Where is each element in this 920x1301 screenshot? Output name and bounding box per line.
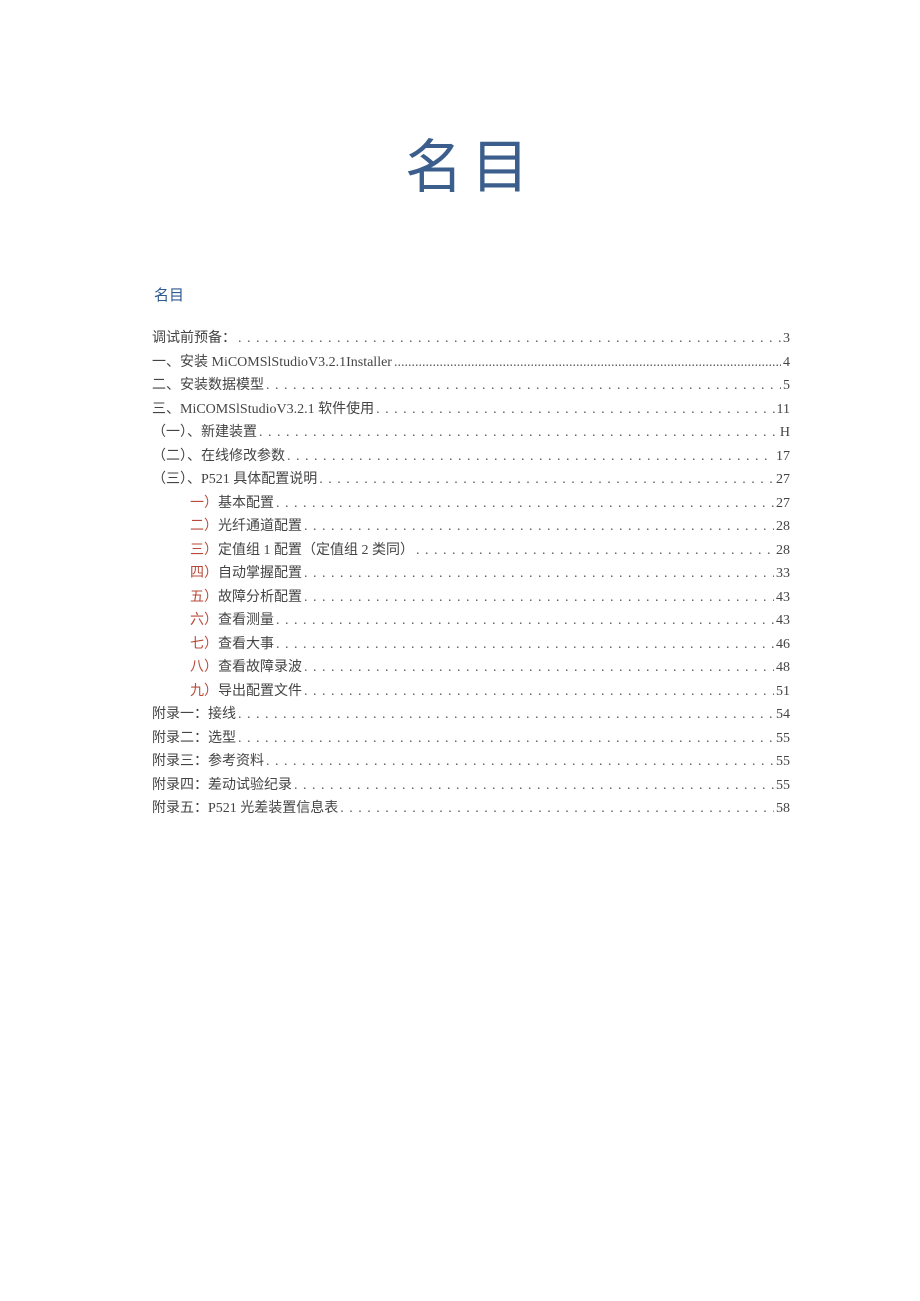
table-of-contents: 调试前预备：3一、安装 MiCOMSlStudioV3.2.1Installer… bbox=[152, 327, 790, 822]
document-page: 名目 名目 调试前预备：3一、安装 MiCOMSlStudioV3.2.1Ins… bbox=[0, 0, 920, 822]
toc-entry-page: 51 bbox=[774, 680, 790, 705]
main-title: 名目 bbox=[152, 120, 790, 204]
toc-entry-label: 附录四：差动试验纪录 bbox=[152, 774, 292, 799]
toc-entry-page: 54 bbox=[774, 703, 790, 728]
toc-entry-page: 28 bbox=[774, 539, 790, 564]
toc-entry-label: 调试前预备： bbox=[152, 327, 236, 352]
toc-entry-label: 二、安装数据模型 bbox=[152, 374, 264, 399]
toc-entry[interactable]: 附录四：差动试验纪录 55 bbox=[152, 774, 790, 799]
toc-entry-page: 33 bbox=[774, 562, 790, 587]
toc-entry-label: 三、MiCOMSlStudioV3.2.1 软件使用 bbox=[152, 398, 374, 423]
toc-entry-label: 附录一：接线 bbox=[152, 703, 236, 728]
toc-leader bbox=[236, 727, 774, 752]
toc-entry-label: 附录二：选型 bbox=[152, 727, 236, 752]
toc-entry-label: 九）导出配置文件 bbox=[190, 680, 302, 705]
toc-entry[interactable]: 三、MiCOMSlStudioV3.2.1 软件使用 11 bbox=[152, 398, 790, 423]
toc-entry[interactable]: 六）查看测量 43 bbox=[152, 609, 790, 634]
toc-entry-prefix: 三） bbox=[190, 543, 218, 558]
toc-leader bbox=[302, 562, 774, 587]
toc-entry-prefix: 七） bbox=[190, 637, 218, 652]
toc-entry-page: 55 bbox=[774, 774, 790, 799]
toc-entry-page: 4 bbox=[781, 351, 790, 376]
toc-entry-page: 55 bbox=[774, 750, 790, 775]
toc-entry-label: 八）查看故障录波 bbox=[190, 656, 302, 681]
toc-leader bbox=[302, 586, 774, 611]
toc-leader bbox=[302, 656, 774, 681]
toc-leader bbox=[374, 398, 774, 423]
toc-entry-prefix: 八） bbox=[190, 660, 218, 675]
toc-leader bbox=[274, 609, 774, 634]
toc-entry-label: 三）定值组 1 配置（定值组 2 类同） bbox=[190, 539, 414, 564]
toc-leader bbox=[264, 374, 781, 399]
toc-entry-page: 55 bbox=[774, 727, 790, 752]
toc-entry[interactable]: 附录二：选型 55 bbox=[152, 727, 790, 752]
toc-entry-prefix: 四） bbox=[190, 566, 218, 581]
toc-leader bbox=[302, 515, 774, 540]
toc-leader bbox=[274, 633, 774, 658]
toc-entry-page: 58 bbox=[774, 797, 790, 822]
toc-entry-page: 5 bbox=[781, 374, 790, 399]
toc-leader bbox=[392, 351, 781, 376]
toc-entry-page: 43 bbox=[774, 609, 790, 634]
toc-entry-page: 3 bbox=[781, 327, 790, 352]
toc-entry-prefix: 一） bbox=[190, 496, 218, 511]
toc-entry[interactable]: 一、安装 MiCOMSlStudioV3.2.1Installer 4 bbox=[152, 351, 790, 376]
toc-entry-page: 48 bbox=[774, 656, 790, 681]
toc-entry[interactable]: 九）导出配置文件 51 bbox=[152, 680, 790, 705]
toc-leader bbox=[414, 539, 774, 564]
toc-entry[interactable]: 四）自动掌握配置 33 bbox=[152, 562, 790, 587]
toc-entry-page: 27 bbox=[774, 468, 790, 493]
toc-entry-label: 附录三：参考资料 bbox=[152, 750, 264, 775]
toc-entry[interactable]: 附录三：参考资料 55 bbox=[152, 750, 790, 775]
toc-entry-label: 四）自动掌握配置 bbox=[190, 562, 302, 587]
toc-entry-label: 附录五：P521 光差装置信息表 bbox=[152, 797, 338, 822]
toc-entry[interactable]: 二、安装数据模型 5 bbox=[152, 374, 790, 399]
toc-entry-label: 六）查看测量 bbox=[190, 609, 274, 634]
toc-entry-page: 43 bbox=[774, 586, 790, 611]
toc-entry-label: （二）、在线修改参数 bbox=[152, 445, 285, 470]
toc-entry[interactable]: 八）查看故障录波 48 bbox=[152, 656, 790, 681]
toc-heading: 名目 bbox=[154, 284, 790, 305]
toc-entry[interactable]: 二）光纤通道配置 28 bbox=[152, 515, 790, 540]
toc-leader bbox=[285, 445, 774, 470]
toc-entry[interactable]: 一）基本配置 27 bbox=[152, 492, 790, 517]
toc-entry-page: H bbox=[778, 421, 790, 446]
toc-entry-page: 46 bbox=[774, 633, 790, 658]
toc-entry-label: （三）、P521 具体配置说明 bbox=[152, 468, 317, 493]
toc-entry-page: 27 bbox=[774, 492, 790, 517]
toc-entry[interactable]: 附录一：接线 54 bbox=[152, 703, 790, 728]
toc-leader bbox=[264, 750, 774, 775]
toc-entry[interactable]: 附录五：P521 光差装置信息表 58 bbox=[152, 797, 790, 822]
toc-entry-page: 28 bbox=[774, 515, 790, 540]
toc-entry[interactable]: （三）、P521 具体配置说明 27 bbox=[152, 468, 790, 493]
toc-entry[interactable]: （二）、在线修改参数 17 bbox=[152, 445, 790, 470]
toc-entry[interactable]: 七）查看大事 46 bbox=[152, 633, 790, 658]
toc-entry-prefix: 五） bbox=[190, 590, 218, 605]
toc-entry[interactable]: （一）、新建装置 H bbox=[152, 421, 790, 446]
toc-leader bbox=[317, 468, 774, 493]
toc-entry-page: 17 bbox=[774, 445, 790, 470]
toc-entry[interactable]: 三）定值组 1 配置（定值组 2 类同） 28 bbox=[152, 539, 790, 564]
toc-entry-prefix: 二） bbox=[190, 519, 218, 534]
toc-entry[interactable]: 调试前预备： 3 bbox=[152, 327, 790, 352]
toc-entry-label: 一、安装 MiCOMSlStudioV3.2.1Installer bbox=[152, 351, 392, 376]
toc-entry-prefix: 九） bbox=[190, 684, 218, 699]
toc-leader bbox=[274, 492, 774, 517]
toc-entry-label: 二）光纤通道配置 bbox=[190, 515, 302, 540]
toc-leader bbox=[302, 680, 774, 705]
toc-entry[interactable]: 五）故障分析配置 43 bbox=[152, 586, 790, 611]
toc-leader bbox=[257, 421, 778, 446]
toc-entry-label: （一）、新建装置 bbox=[152, 421, 257, 446]
toc-leader bbox=[236, 703, 774, 728]
toc-entry-prefix: 六） bbox=[190, 613, 218, 628]
toc-entry-label: 一）基本配置 bbox=[190, 492, 274, 517]
toc-leader bbox=[338, 797, 774, 822]
toc-entry-label: 五）故障分析配置 bbox=[190, 586, 302, 611]
toc-entry-page: 11 bbox=[775, 398, 790, 423]
toc-leader bbox=[292, 774, 774, 799]
toc-entry-label: 七）查看大事 bbox=[190, 633, 274, 658]
toc-leader bbox=[236, 327, 781, 352]
